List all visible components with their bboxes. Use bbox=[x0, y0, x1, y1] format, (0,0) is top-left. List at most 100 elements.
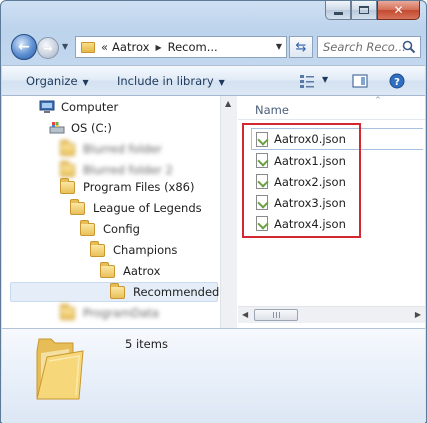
scroll-right-icon[interactable]: ▶ bbox=[415, 310, 421, 319]
file-name: Aatrox1.json bbox=[274, 153, 346, 168]
json-file-icon bbox=[256, 216, 268, 231]
tree-item-computer[interactable]: Computer bbox=[39, 97, 118, 117]
address-dropdown-icon[interactable]: ▼ bbox=[276, 42, 282, 51]
column-header-name[interactable]: ^ Name bbox=[238, 96, 425, 120]
large-folder-icon bbox=[36, 338, 84, 400]
file-name: Aatrox3.json bbox=[274, 195, 346, 210]
file-list-pane: ^ Name Aatrox0.json Aatrox1.json Aatrox2… bbox=[238, 96, 425, 328]
folder-icon bbox=[81, 41, 95, 53]
file-name: Aatrox0.json bbox=[274, 132, 346, 146]
scroll-up-icon[interactable]: ▲ bbox=[225, 99, 231, 108]
breadcrumb-separator-icon[interactable]: ▶ bbox=[155, 43, 161, 52]
tree-item-label: Config bbox=[103, 222, 140, 236]
navigation-row: ← → ▼ « Aatrox ▶ Recom... ▼ ⇆ Search Rec… bbox=[9, 34, 421, 60]
tree-item-recommended[interactable]: Recommended bbox=[10, 282, 220, 302]
help-icon[interactable]: ? bbox=[389, 73, 405, 89]
explorer-window: ✕ ← → ▼ « Aatrox ▶ Recom... ▼ ⇆ Search R… bbox=[0, 0, 427, 423]
navigation-pane-scrollbar[interactable]: ▲ bbox=[220, 96, 237, 328]
back-arrow-icon: ← bbox=[18, 39, 30, 55]
svg-text:?: ? bbox=[394, 77, 400, 88]
tree-item-label: ProgramData bbox=[83, 306, 159, 320]
tree-item-config[interactable]: Config bbox=[80, 219, 140, 239]
tree-item-os-drive[interactable]: OS (C:) bbox=[49, 118, 112, 138]
minimize-button[interactable] bbox=[325, 1, 351, 20]
file-item[interactable]: Aatrox3.json bbox=[256, 192, 346, 213]
navigation-pane: Computer OS (C:) Blurred folder Blurred … bbox=[2, 96, 220, 328]
maximize-button[interactable] bbox=[351, 1, 377, 20]
tree-item-label: Recommended bbox=[133, 285, 220, 299]
view-options-icon[interactable] bbox=[299, 73, 315, 89]
minimize-icon bbox=[333, 11, 343, 15]
refresh-button[interactable]: ⇆ bbox=[289, 36, 313, 58]
scrollbar-thumb[interactable] bbox=[254, 309, 298, 321]
organize-label: Organize bbox=[26, 74, 78, 88]
preview-pane-icon[interactable] bbox=[352, 73, 368, 89]
tree-item-aatrox[interactable]: Aatrox bbox=[100, 261, 160, 281]
json-file-icon bbox=[256, 174, 268, 189]
tree-item-label: Blurred folder 2 bbox=[83, 163, 173, 177]
tree-item-label: Champions bbox=[113, 243, 178, 257]
folder-icon bbox=[80, 219, 95, 236]
folder-icon bbox=[110, 282, 125, 299]
view-dropdown-icon[interactable]: ▼ bbox=[322, 75, 328, 84]
file-item[interactable]: Aatrox0.json bbox=[251, 128, 423, 150]
tree-item-label: OS (C:) bbox=[71, 121, 112, 135]
scroll-left-icon[interactable]: ◀ bbox=[242, 310, 248, 319]
breadcrumb-recommended[interactable]: Recom... bbox=[168, 40, 218, 54]
json-file-icon bbox=[256, 131, 268, 147]
file-item[interactable]: Aatrox2.json bbox=[256, 171, 346, 192]
refresh-icon: ⇆ bbox=[295, 39, 307, 55]
tree-item-program-files-x86[interactable]: Program Files (x86) bbox=[60, 177, 194, 197]
caption-buttons: ✕ bbox=[325, 1, 420, 20]
tree-item-blurred-1[interactable]: Blurred folder bbox=[60, 139, 162, 159]
back-button[interactable]: ← bbox=[11, 34, 37, 60]
folder-icon bbox=[70, 198, 85, 215]
breadcrumb-aatrox[interactable]: Aatrox bbox=[112, 40, 149, 54]
file-item[interactable]: Aatrox1.json bbox=[256, 150, 346, 171]
drive-icon bbox=[49, 122, 65, 134]
close-icon: ✕ bbox=[393, 3, 404, 17]
organize-button[interactable]: Organize ▼ bbox=[26, 74, 89, 88]
folder-icon bbox=[60, 303, 75, 320]
tree-item-label: League of Legends bbox=[93, 201, 202, 215]
recent-pages-dropdown[interactable]: ▼ bbox=[62, 42, 68, 51]
folder-icon bbox=[90, 240, 105, 257]
tree-item-champions[interactable]: Champions bbox=[90, 240, 177, 260]
forward-button[interactable]: → bbox=[37, 37, 59, 59]
computer-icon bbox=[39, 100, 55, 113]
folder-icon bbox=[60, 177, 75, 194]
chevron-down-icon: ▼ bbox=[82, 78, 89, 87]
tree-item-label: Program Files (x86) bbox=[83, 180, 195, 194]
tree-item-league-of-legends[interactable]: League of Legends bbox=[70, 198, 202, 218]
file-name: Aatrox2.json bbox=[274, 174, 346, 189]
tree-item-label: Aatrox bbox=[123, 264, 161, 278]
file-name: Aatrox4.json bbox=[274, 216, 346, 231]
json-file-icon bbox=[256, 195, 268, 210]
maximize-icon bbox=[359, 6, 369, 14]
sort-ascending-icon: ^ bbox=[375, 96, 381, 104]
tree-item-blurred-3[interactable]: ProgramData bbox=[60, 303, 159, 323]
search-icon bbox=[402, 40, 416, 54]
forward-arrow-icon: → bbox=[43, 41, 53, 55]
address-overflow[interactable]: « bbox=[101, 40, 108, 54]
folder-icon bbox=[60, 139, 75, 156]
include-in-library-label: Include in library bbox=[117, 74, 214, 88]
item-count: 5 items bbox=[125, 337, 168, 351]
file-item[interactable]: Aatrox4.json bbox=[256, 213, 346, 234]
search-placeholder: Search Reco... bbox=[323, 40, 406, 54]
folder-icon bbox=[60, 160, 75, 177]
search-input[interactable]: Search Reco... bbox=[317, 36, 421, 58]
tree-item-label: Blurred folder bbox=[83, 142, 162, 156]
column-header-label: Name bbox=[255, 103, 289, 117]
details-pane: 5 items bbox=[2, 328, 425, 423]
address-bar[interactable]: « Aatrox ▶ Recom... ▼ bbox=[75, 36, 287, 58]
tree-item-label: Computer bbox=[61, 100, 119, 114]
json-file-icon bbox=[256, 153, 268, 168]
command-bar: Organize ▼ Include in library ▼ ▼ ? bbox=[2, 65, 425, 96]
folder-icon bbox=[100, 261, 115, 278]
close-button[interactable]: ✕ bbox=[377, 1, 420, 20]
include-in-library-button[interactable]: Include in library ▼ bbox=[117, 74, 225, 88]
chevron-down-icon: ▼ bbox=[218, 78, 225, 87]
file-list-horizontal-scrollbar[interactable]: ◀ ▶ bbox=[238, 306, 425, 323]
content-area: Computer OS (C:) Blurred folder Blurred … bbox=[2, 96, 425, 328]
